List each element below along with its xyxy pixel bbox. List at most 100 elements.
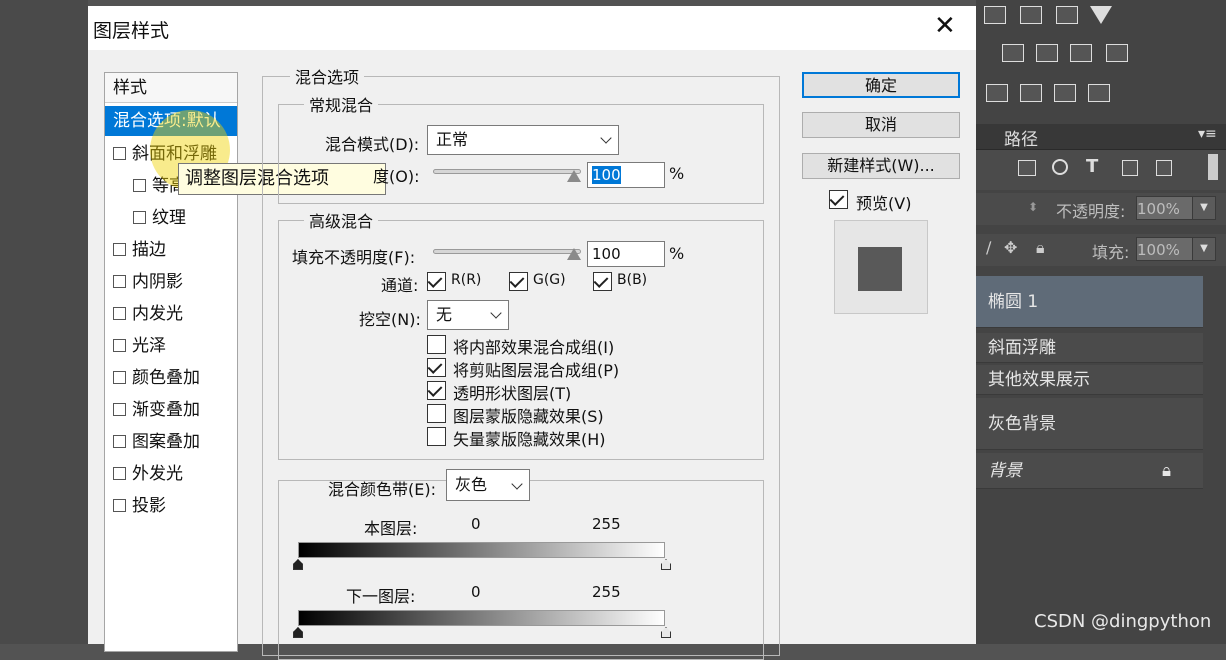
checkbox[interactable] [113, 275, 126, 288]
checkbox[interactable] [113, 467, 126, 480]
checkbox[interactable] [113, 499, 126, 512]
vector-mask-hides-checkbox[interactable] [427, 427, 446, 446]
layer-name: 椭圆 1 [988, 292, 1039, 312]
styles-header[interactable]: 样式 [105, 73, 237, 103]
fill-label: 填充: [1092, 243, 1130, 262]
checkmark-icon [829, 191, 845, 206]
layer-row[interactable]: 灰色背景 [976, 398, 1203, 450]
fill-opacity-input[interactable]: 100 [587, 241, 665, 267]
style-item-gradient-overlay[interactable]: 渐变叠加 [105, 395, 237, 425]
opacity-label: 不透明度: [1056, 202, 1126, 221]
gradient-triangle-icon[interactable] [1090, 6, 1112, 24]
preview-checkbox[interactable] [829, 190, 848, 209]
close-icon[interactable]: ✕ [934, 12, 956, 40]
cancel-button[interactable]: 取消 [802, 112, 960, 138]
panel-menu-icon[interactable]: ▾≡ [1198, 126, 1217, 142]
style-item-color-overlay[interactable]: 颜色叠加 [105, 363, 237, 393]
blendmode-spinner-icon[interactable]: ⬍ [1028, 200, 1038, 214]
style-item-inner-shadow[interactable]: 内阴影 [105, 267, 237, 297]
checkbox[interactable] [133, 211, 146, 224]
style-item-pattern-overlay[interactable]: 图案叠加 [105, 427, 237, 457]
layer-row[interactable]: 椭圆 1 [976, 276, 1203, 328]
layer-name: 斜面浮雕 [988, 338, 1056, 358]
channel-b-checkbox[interactable] [593, 272, 612, 291]
opacity-slider[interactable] [433, 169, 581, 174]
layer-row[interactable]: 背景 🔒︎ [976, 453, 1203, 489]
tab-paths[interactable]: 路径 [1004, 125, 1038, 150]
blend-clipped-checkbox[interactable] [427, 358, 446, 377]
exposure-icon[interactable] [1056, 6, 1078, 24]
lock-all-icon[interactable]: 🔒︎ [1036, 238, 1045, 258]
blend-mode-select[interactable]: 正常 [427, 125, 619, 155]
channel-r-label: R(R) [451, 272, 482, 288]
underlying-layer-max: 255 [592, 583, 621, 601]
color-lookup-icon[interactable] [1106, 44, 1128, 62]
lock-position-icon[interactable]: ✥ [1004, 238, 1017, 257]
transparency-shapes-checkbox[interactable] [427, 381, 446, 400]
blend-mode-value: 正常 [436, 130, 469, 149]
shape-filter-icon[interactable] [1122, 160, 1138, 176]
layer-mask-hides-checkbox[interactable] [427, 404, 446, 423]
blend-interior-checkbox[interactable] [427, 335, 446, 354]
preview-square [858, 247, 902, 291]
style-item-satin[interactable]: 光泽 [105, 331, 237, 361]
filter-toggle[interactable] [1208, 154, 1218, 180]
opacity-input[interactable]: 100 [587, 162, 665, 188]
checkbox[interactable] [113, 243, 126, 256]
style-item-outer-glow[interactable]: 外发光 [105, 459, 237, 489]
checkbox[interactable] [113, 147, 126, 160]
channel-g-checkbox[interactable] [509, 272, 528, 291]
checkbox[interactable] [113, 307, 126, 320]
general-blending-title: 常规混合 [304, 92, 379, 116]
style-item-drop-shadow[interactable]: 投影 [105, 491, 237, 521]
threshold-icon[interactable] [1054, 84, 1076, 102]
transparency-shapes-label: 透明形状图层(T) [453, 384, 572, 403]
checkbox[interactable] [113, 435, 126, 448]
opacity-dropdown[interactable]: ▼ [1192, 196, 1216, 220]
underlying-layer-gradient[interactable] [298, 610, 665, 626]
lock-pixels-icon[interactable]: ∕ [986, 238, 991, 257]
new-style-button[interactable]: 新建样式(W)... [802, 153, 960, 179]
channels-label: 通道: [381, 276, 419, 295]
image-filter-icon[interactable] [1018, 160, 1036, 176]
checkbox[interactable] [113, 371, 126, 384]
checkmark-icon [427, 382, 443, 397]
style-item-stroke[interactable]: 描边 [105, 235, 237, 265]
layer-row[interactable]: 斜面浮雕 [976, 333, 1203, 363]
color-balance-icon[interactable] [1002, 44, 1024, 62]
style-item-inner-glow[interactable]: 内发光 [105, 299, 237, 329]
style-preview-swatch [834, 220, 928, 314]
levels-icon[interactable] [984, 6, 1006, 24]
curves-icon[interactable] [1020, 6, 1042, 24]
channel-r-checkbox[interactable] [427, 272, 446, 291]
fill-opacity-slider-thumb[interactable] [567, 248, 581, 260]
fill-opacity-slider[interactable] [433, 249, 581, 254]
smart-object-filter-icon[interactable] [1156, 160, 1172, 176]
blend-if-select[interactable]: 灰色 [446, 469, 530, 501]
opacity-slider-thumb[interactable] [567, 170, 581, 182]
invert-icon[interactable] [986, 84, 1008, 102]
gradient-map-icon[interactable] [1088, 84, 1110, 102]
checkbox[interactable] [113, 403, 126, 416]
fill-dropdown[interactable]: ▼ [1192, 237, 1216, 261]
ok-button[interactable]: 确定 [802, 72, 960, 98]
layer-filter-bar: T [976, 150, 1226, 190]
checkmark-icon [593, 273, 609, 288]
checkbox[interactable] [133, 179, 146, 192]
type-filter-icon[interactable]: T [1086, 156, 1098, 177]
workspace-left [0, 0, 88, 644]
layer-name: 灰色背景 [988, 414, 1056, 434]
blend-options-title: 混合选项 [290, 64, 365, 88]
checkmark-icon [509, 273, 525, 288]
this-layer-gradient[interactable] [298, 542, 665, 558]
checkbox[interactable] [113, 339, 126, 352]
photo-filter-icon[interactable] [1036, 44, 1058, 62]
channel-mixer-icon[interactable] [1070, 44, 1092, 62]
adjustment-filter-icon[interactable] [1052, 159, 1068, 175]
opacity-value: 100 [592, 166, 621, 184]
channel-b-label: B(B) [617, 272, 648, 288]
style-item-texture[interactable]: 纹理 [105, 203, 237, 233]
posterize-icon[interactable] [1020, 84, 1042, 102]
knockout-select[interactable]: 无 [427, 300, 509, 330]
layer-row[interactable]: 其他效果展示 [976, 365, 1203, 395]
